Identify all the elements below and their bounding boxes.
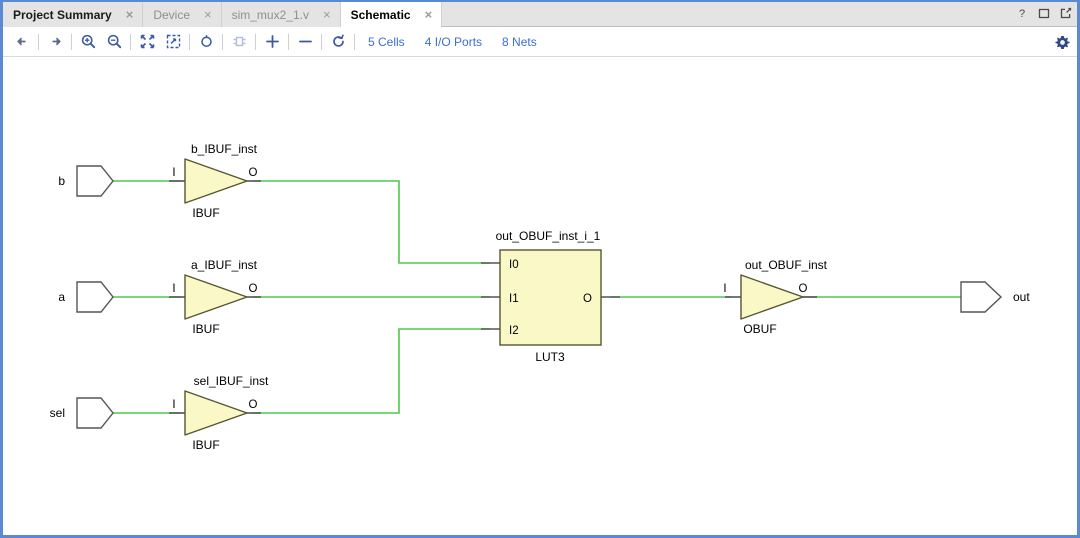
net-sel-ibuf-to-lut-i2[interactable] bbox=[253, 328, 490, 414]
pin-label-i: I bbox=[723, 283, 726, 295]
tab-label: sim_mux2_1.v bbox=[231, 7, 309, 22]
cell-instance-label: out_OBUF_inst_i_1 bbox=[496, 229, 601, 243]
port-b-shape[interactable] bbox=[76, 165, 114, 197]
toolbar-separator bbox=[130, 33, 131, 50]
cell-b-ibuf-inst[interactable]: b_IBUF_inst I O IBUF bbox=[172, 142, 257, 220]
pin-label-i: I bbox=[172, 283, 175, 295]
port-out-label: out bbox=[1013, 290, 1030, 304]
zoom-area-icon[interactable] bbox=[160, 30, 186, 54]
cell-type-label: IBUF bbox=[192, 438, 219, 452]
tab-close-icon[interactable]: × bbox=[124, 8, 136, 21]
port-a-label: a bbox=[58, 290, 65, 304]
buffer-triangle[interactable] bbox=[740, 274, 804, 320]
add-selected-icon[interactable] bbox=[259, 30, 285, 54]
net-b-ibuf-to-lut-i0[interactable] bbox=[253, 180, 490, 264]
cell-instance-label: a_IBUF_inst bbox=[191, 258, 258, 272]
port-a[interactable]: a bbox=[58, 281, 114, 313]
lut-pin-i1: I1 bbox=[509, 293, 519, 305]
io-ports-count-link[interactable]: 4 I/O Ports bbox=[415, 35, 492, 49]
pin-label-o: O bbox=[799, 283, 808, 295]
schematic-toolbar: 5 Cells 4 I/O Ports 8 Nets bbox=[3, 27, 1077, 57]
zoom-out-icon[interactable] bbox=[101, 30, 127, 54]
schematic-canvas[interactable]: b a sel b_IBUF_inst I O IBUF a_IBUF_inst… bbox=[3, 58, 1077, 535]
tab-device[interactable]: Device × bbox=[143, 2, 222, 27]
port-sel-label: sel bbox=[50, 406, 65, 420]
toolbar-separator bbox=[321, 33, 322, 50]
schematic-window: Project Summary × Device × sim_mux2_1.v … bbox=[0, 0, 1080, 538]
regenerate-icon[interactable] bbox=[325, 30, 351, 54]
pin-label-i: I bbox=[172, 399, 175, 411]
port-out[interactable]: out bbox=[960, 281, 1030, 313]
cell-a-ibuf-inst[interactable]: a_IBUF_inst I O IBUF bbox=[172, 258, 257, 336]
port-out-shape[interactable] bbox=[960, 281, 1003, 313]
settings-button[interactable] bbox=[1055, 27, 1070, 57]
toolbar-separator bbox=[354, 33, 355, 50]
cells-count-link[interactable]: 5 Cells bbox=[358, 35, 415, 49]
window-controls: ? bbox=[1016, 2, 1072, 27]
port-a-shape[interactable] bbox=[76, 281, 114, 313]
tab-label: Project Summary bbox=[13, 7, 112, 22]
tab-close-icon[interactable]: × bbox=[423, 8, 435, 21]
help-button[interactable]: ? bbox=[1016, 6, 1028, 24]
maximize-button[interactable] bbox=[1038, 6, 1050, 24]
pin-label-o: O bbox=[249, 167, 258, 179]
zoom-in-icon[interactable] bbox=[75, 30, 101, 54]
pin-label-i: I bbox=[172, 167, 175, 179]
cell-instance-label: out_OBUF_inst bbox=[745, 258, 828, 272]
port-sel-shape[interactable] bbox=[76, 397, 114, 429]
port-b-label: b bbox=[58, 174, 65, 188]
buffer-triangle[interactable] bbox=[184, 390, 248, 436]
svg-text:?: ? bbox=[1019, 8, 1025, 19]
gear-icon bbox=[1055, 35, 1070, 49]
pin-label-o: O bbox=[249, 399, 258, 411]
tab-label: Device bbox=[153, 7, 190, 22]
buffer-triangle[interactable] bbox=[184, 158, 248, 204]
cell-type-label: LUT3 bbox=[535, 350, 565, 364]
forward-icon[interactable] bbox=[42, 30, 68, 54]
buffer-triangle[interactable] bbox=[184, 274, 248, 320]
back-icon[interactable] bbox=[9, 30, 35, 54]
cell-out-obuf-inst-i-1[interactable]: out_OBUF_inst_i_1 I0 I1 I2 O LUT3 bbox=[496, 229, 602, 364]
cell-type-label: IBUF bbox=[192, 322, 219, 336]
tab-bar-filler bbox=[442, 2, 1077, 26]
pin-label-o: O bbox=[249, 283, 258, 295]
toolbar-separator bbox=[38, 33, 39, 50]
cell-type-label: OBUF bbox=[743, 322, 776, 336]
remove-selected-icon[interactable] bbox=[292, 30, 318, 54]
refresh-schematic-icon[interactable] bbox=[193, 30, 219, 54]
toolbar-separator bbox=[71, 33, 72, 50]
float-button[interactable] bbox=[1060, 6, 1072, 24]
cell-type-label: IBUF bbox=[192, 206, 219, 220]
toolbar-separator bbox=[189, 33, 190, 50]
tab-bar: Project Summary × Device × sim_mux2_1.v … bbox=[3, 2, 1077, 27]
port-b[interactable]: b bbox=[58, 165, 114, 197]
zoom-fit-icon[interactable] bbox=[134, 30, 160, 54]
port-sel[interactable]: sel bbox=[50, 397, 114, 429]
toolbar-separator bbox=[255, 33, 256, 50]
tab-sim-mux2-1-v[interactable]: sim_mux2_1.v × bbox=[221, 2, 341, 27]
tab-close-icon[interactable]: × bbox=[321, 8, 333, 21]
tab-close-icon[interactable]: × bbox=[202, 8, 214, 21]
cell-instance-label: sel_IBUF_inst bbox=[194, 374, 269, 388]
nets-count-link[interactable]: 8 Nets bbox=[492, 35, 547, 49]
tab-project-summary[interactable]: Project Summary × bbox=[3, 2, 144, 27]
tab-schematic[interactable]: Schematic × bbox=[340, 2, 443, 27]
expand-cell-icon bbox=[226, 30, 252, 54]
tab-label: Schematic bbox=[350, 7, 411, 22]
lut-pin-i2: I2 bbox=[509, 325, 519, 337]
toolbar-separator bbox=[222, 33, 223, 50]
cell-instance-label: b_IBUF_inst bbox=[191, 142, 258, 156]
lut-pin-o: O bbox=[583, 293, 592, 305]
toolbar-separator bbox=[288, 33, 289, 50]
schematic-drawing: b a sel b_IBUF_inst I O IBUF a_IBUF_inst… bbox=[50, 142, 1031, 452]
lut-pin-i0: I0 bbox=[509, 259, 519, 271]
